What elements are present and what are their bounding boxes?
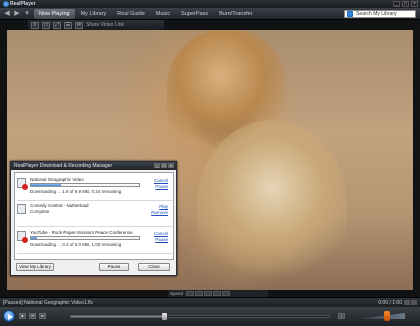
tab-now-playing[interactable]: Now Playing [34, 9, 75, 19]
video-size-button[interactable]: ▭ [42, 21, 50, 29]
tab-my-library[interactable]: My Library [76, 9, 112, 19]
dialog-title-bar: RealPlayer Download & Recording Manager … [11, 162, 176, 170]
download-name: National Geographic Video [30, 177, 84, 182]
signal-icon [404, 300, 410, 305]
download-status: Complete [30, 209, 50, 214]
search-icon[interactable] [347, 11, 353, 17]
pause-link[interactable]: Pause [155, 184, 168, 189]
share-video-link[interactable]: Share Video Link [86, 22, 124, 28]
cancel-link[interactable]: Cancel [154, 178, 168, 183]
eq-button[interactable] [213, 291, 222, 296]
media-file-icon [17, 204, 26, 214]
tab-real-guide[interactable]: Real Guide [112, 9, 150, 19]
speed-bar: Speed [168, 290, 268, 297]
download-progress-fill [31, 184, 62, 186]
realplayer-logo: RealPlayer [3, 0, 36, 8]
download-item: National Geographic Video Downloading ...… [15, 175, 174, 201]
download-status: Downloading ... 0.3 of 5.0 MB, 1:00 rema… [30, 242, 122, 247]
download-badge-icon [22, 184, 28, 190]
seek-handle[interactable] [161, 313, 167, 320]
download-item: YouTube - Rock-Paper-Scissors Peace Conf… [15, 228, 174, 254]
maximize-button[interactable]: □ [402, 1, 409, 7]
media-file-icon [17, 231, 28, 243]
search-placeholder: Search My Library [356, 11, 397, 17]
view-library-button[interactable]: View My Library [16, 263, 54, 271]
playlist-button[interactable]: ☰ [64, 21, 72, 29]
download-progress-bar [30, 236, 140, 240]
tab-burn-transfer[interactable]: Burn/Transfer [214, 9, 257, 19]
pause-all-button[interactable]: Pause [99, 263, 129, 271]
forward-arrow-icon[interactable]: ▶ [13, 10, 21, 18]
playback-controls: ■ ⏮ ⏭ ♪ [0, 307, 420, 326]
tab-music[interactable]: Music [151, 9, 175, 19]
dialog-footer: View My Library Pause Close [14, 262, 174, 272]
nav-tabs: Now Playing My Library Real Guide Music Supe… [34, 9, 257, 19]
stop-button[interactable]: ■ [19, 313, 26, 319]
close-button[interactable]: × [411, 1, 418, 7]
seek-bar[interactable] [70, 313, 330, 320]
fullscreen-button[interactable]: ⤢ [53, 21, 61, 29]
volume-handle[interactable] [384, 311, 390, 321]
speed-label: Speed [170, 291, 184, 296]
download-progress-fill [31, 237, 38, 239]
cancel-link[interactable]: Cancel [154, 231, 168, 236]
share-icon[interactable]: ✉ [75, 21, 83, 29]
play-button[interactable] [3, 310, 15, 322]
speed-normal-button[interactable] [195, 291, 204, 296]
back-arrow-icon[interactable]: ◀ [3, 10, 11, 18]
seek-progress [71, 316, 164, 317]
play-link[interactable]: Play [159, 204, 168, 209]
status-bar: [Paused] National Geographic Video1.flv … [0, 297, 420, 307]
download-indicator-icon [411, 300, 417, 305]
dialog-minimize-button[interactable]: _ [154, 163, 160, 168]
time-display: 0:00 / 1:00 [378, 300, 402, 306]
download-item: Comedy Central - Nutherload Complete Play R… [15, 201, 174, 227]
realplayer-window: RealPlayer _ □ × ◀ ▶ ▾ Now Playing My Lib… [0, 0, 420, 326]
search-input[interactable]: Search My Library [344, 10, 416, 18]
download-badge-icon [22, 237, 28, 243]
video-menu-button[interactable]: ≡ [31, 21, 39, 29]
remove-link[interactable]: Remove [151, 210, 168, 215]
status-text: [Paused] National Geographic Video1.flv [3, 300, 93, 306]
video-toolbar: ≡ ▭ ⤢ ☰ ✉ Share Video Link [28, 20, 164, 30]
download-manager-dialog: RealPlayer Download & Recording Manager … [10, 161, 177, 276]
item-divider [17, 253, 172, 254]
speed-slow-button[interactable] [186, 291, 195, 296]
minimize-button[interactable]: _ [393, 1, 400, 7]
download-status: Downloading ... 1.9 of 6.9 MB, 0:24 rema… [30, 189, 122, 194]
settings-button[interactable] [222, 291, 231, 296]
pause-link[interactable]: Pause [155, 237, 168, 242]
dialog-close-button[interactable]: × [168, 163, 174, 168]
next-button[interactable]: ⏭ [39, 313, 46, 319]
download-list: National Geographic Video Downloading ...… [14, 172, 174, 260]
previous-button[interactable]: ⏮ [29, 313, 36, 319]
dialog-maximize-button[interactable]: □ [161, 163, 167, 168]
download-name: YouTube - Rock-Paper-Scissors Peace Conf… [30, 230, 133, 235]
title-bar: RealPlayer _ □ × [0, 0, 420, 8]
download-name: Comedy Central - Nutherload [30, 203, 89, 208]
app-title: RealPlayer [10, 1, 36, 7]
item-divider [17, 226, 172, 227]
real-logo-icon [3, 0, 9, 7]
volume-slider[interactable] [355, 313, 405, 319]
mute-icon[interactable]: ♪ [338, 313, 345, 319]
download-progress-bar [30, 183, 140, 187]
dialog-title: RealPlayer Download & Recording Manager [14, 163, 113, 169]
dialog-close-footer-button[interactable]: Close [138, 263, 170, 271]
dropdown-icon[interactable]: ▾ [23, 10, 31, 18]
nav-bar: ◀ ▶ ▾ Now Playing My Library Real Guide Mus… [0, 8, 420, 20]
speed-fast-button[interactable] [204, 291, 213, 296]
media-file-icon [17, 178, 28, 190]
video-frame-cheetah-2 [197, 120, 347, 290]
tab-superpass[interactable]: SuperPass [176, 9, 213, 19]
play-icon [8, 314, 13, 320]
